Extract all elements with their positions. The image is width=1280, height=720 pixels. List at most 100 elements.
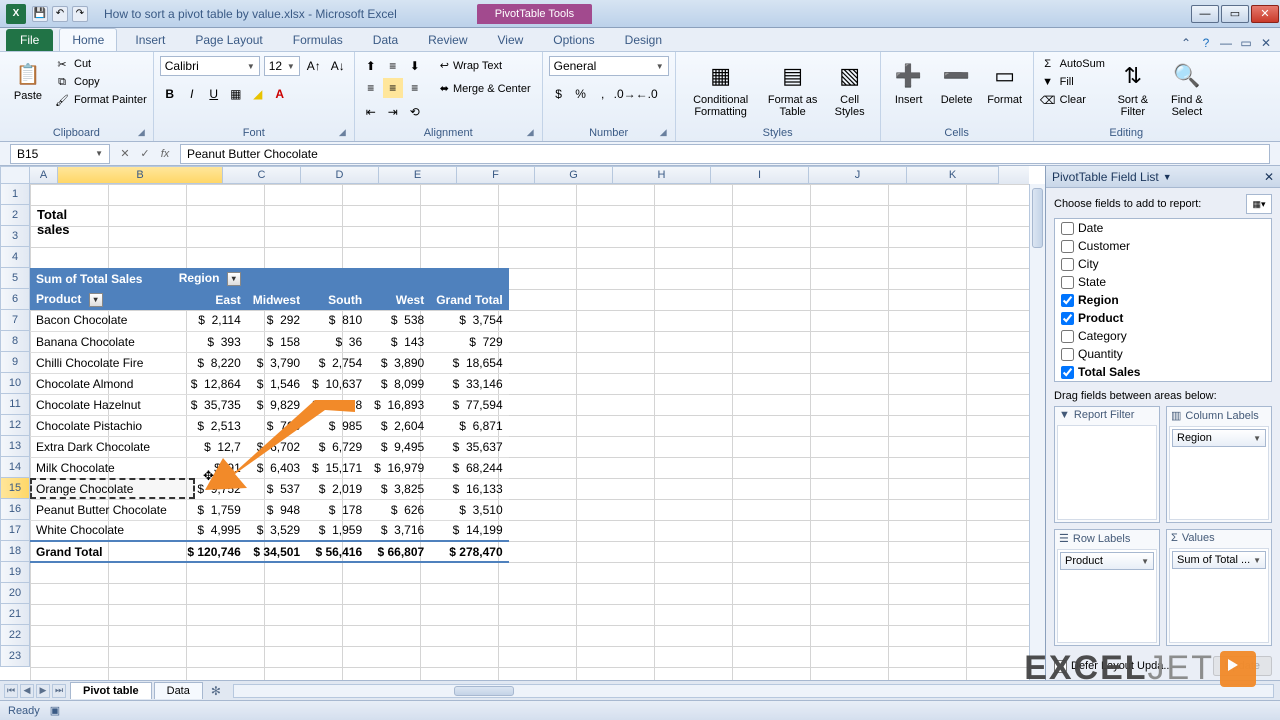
- increase-font-icon[interactable]: A↑: [304, 56, 324, 76]
- column-header-D[interactable]: D: [301, 166, 379, 184]
- row-header-18[interactable]: 18: [0, 541, 30, 562]
- row-header-23[interactable]: 23: [0, 646, 30, 667]
- increase-decimal-icon[interactable]: .0→: [615, 84, 635, 104]
- row-header-11[interactable]: 11: [0, 394, 30, 415]
- field-checkbox[interactable]: [1061, 222, 1074, 235]
- cell-styles-button[interactable]: ▧Cell Styles: [826, 56, 874, 120]
- field-checkbox[interactable]: [1061, 312, 1074, 325]
- field-quantity[interactable]: Quantity: [1055, 345, 1271, 363]
- enter-formula-icon[interactable]: ✓: [136, 145, 154, 163]
- tab-data[interactable]: Data: [361, 29, 410, 51]
- sheet-nav-prev-icon[interactable]: ◀: [20, 684, 34, 698]
- row-header-4[interactable]: 4: [0, 247, 30, 268]
- row-header-7[interactable]: 7: [0, 310, 30, 331]
- sheet-nav-last-icon[interactable]: ⏭: [52, 684, 66, 698]
- cut-button[interactable]: ✂Cut: [54, 56, 147, 72]
- pivot-row[interactable]: Peanut Butter Chocolate$ 1,759$ 948$ 178…: [30, 499, 509, 520]
- field-checkbox[interactable]: [1061, 330, 1074, 343]
- save-icon[interactable]: 💾: [32, 6, 48, 22]
- tab-view[interactable]: View: [486, 29, 536, 51]
- pivot-row[interactable]: Banana Chocolate$ 393$ 158$ 36$ 143$ 729: [30, 331, 509, 352]
- merge-center-button[interactable]: ⬌Merge & Center: [435, 79, 536, 98]
- field-customer[interactable]: Customer: [1055, 237, 1271, 255]
- sheet-tab-pivot-table[interactable]: Pivot table: [70, 682, 152, 699]
- column-header-G[interactable]: G: [535, 166, 613, 184]
- field-checkbox[interactable]: [1061, 276, 1074, 289]
- row-header-17[interactable]: 17: [0, 520, 30, 541]
- formula-input[interactable]: Peanut Butter Chocolate: [180, 144, 1270, 164]
- row-header-12[interactable]: 12: [0, 415, 30, 436]
- values-field-pill[interactable]: Sum of Total ...▼: [1172, 551, 1266, 569]
- macro-record-icon[interactable]: ▣: [50, 704, 60, 717]
- format-painter-button[interactable]: 🖌Format Painter: [54, 92, 147, 108]
- underline-button[interactable]: U: [204, 84, 224, 104]
- fill-button[interactable]: ▼Fill: [1040, 74, 1105, 90]
- new-sheet-icon[interactable]: ✻: [205, 684, 227, 698]
- tab-insert[interactable]: Insert: [123, 29, 177, 51]
- copy-button[interactable]: ⧉Copy: [54, 74, 147, 90]
- dialog-launcher-icon[interactable]: ◢: [138, 127, 145, 138]
- decrease-decimal-icon[interactable]: ←.0: [637, 84, 657, 104]
- tab-design[interactable]: Design: [613, 29, 674, 51]
- row-header-14[interactable]: 14: [0, 457, 30, 478]
- col-field-dropdown-icon[interactable]: ▾: [227, 272, 241, 286]
- row-header-21[interactable]: 21: [0, 604, 30, 625]
- column-header-I[interactable]: I: [711, 166, 809, 184]
- maximize-button[interactable]: ▭: [1221, 5, 1249, 23]
- borders-button[interactable]: ▦: [226, 84, 246, 104]
- column-header-A[interactable]: A: [30, 166, 58, 184]
- column-headers[interactable]: ABCDEFGHIJK: [0, 166, 1029, 184]
- format-as-table-button[interactable]: ▤Format as Table: [764, 56, 822, 120]
- field-checkbox[interactable]: [1061, 348, 1074, 361]
- align-right-icon[interactable]: ≡: [405, 78, 425, 98]
- field-product[interactable]: Product: [1055, 309, 1271, 327]
- sheet-nav-next-icon[interactable]: ▶: [36, 684, 50, 698]
- row-header-15[interactable]: 15: [0, 478, 30, 499]
- find-select-button[interactable]: 🔍Find & Select: [1161, 56, 1213, 120]
- field-date[interactable]: Date: [1055, 219, 1271, 237]
- row-header-20[interactable]: 20: [0, 583, 30, 604]
- tab-review[interactable]: Review: [416, 29, 479, 51]
- workbook-close-icon[interactable]: ✕: [1258, 35, 1274, 51]
- pivot-row[interactable]: Bacon Chocolate$ 2,114$ 292$ 810$ 538$ 3…: [30, 310, 509, 331]
- comma-icon[interactable]: ,: [593, 84, 613, 104]
- field-checkbox[interactable]: [1061, 366, 1074, 379]
- decrease-indent-icon[interactable]: ⇤: [361, 102, 381, 122]
- field-category[interactable]: Category: [1055, 327, 1271, 345]
- dialog-launcher-icon[interactable]: ◢: [339, 127, 346, 138]
- insert-cells-button[interactable]: ➕Insert: [887, 56, 931, 108]
- field-pane-close-icon[interactable]: ✕: [1264, 170, 1274, 184]
- help-icon[interactable]: ?: [1198, 35, 1214, 51]
- pivot-row[interactable]: Chilli Chocolate Fire$ 8,220$ 3,790$ 2,7…: [30, 352, 509, 373]
- column-header-J[interactable]: J: [809, 166, 907, 184]
- fx-icon[interactable]: fx: [156, 145, 174, 163]
- field-checkbox[interactable]: [1061, 240, 1074, 253]
- column-labels-area[interactable]: ▥Column Labels Region▼: [1166, 406, 1272, 523]
- pivot-row-field[interactable]: Product ▾: [30, 289, 173, 310]
- tab-file[interactable]: File: [6, 29, 53, 51]
- row-header-22[interactable]: 22: [0, 625, 30, 646]
- row-header-9[interactable]: 9: [0, 352, 30, 373]
- tab-page-layout[interactable]: Page Layout: [183, 29, 274, 51]
- column-header-K[interactable]: K: [907, 166, 999, 184]
- align-left-icon[interactable]: ≡: [361, 78, 381, 98]
- field-layout-button[interactable]: ▦▾: [1246, 194, 1272, 214]
- row-header-13[interactable]: 13: [0, 436, 30, 457]
- column-header-E[interactable]: E: [379, 166, 457, 184]
- vertical-scrollbar[interactable]: [1029, 184, 1045, 680]
- column-header-B[interactable]: B: [58, 166, 223, 184]
- workbook-restore-icon[interactable]: ▭: [1238, 35, 1254, 51]
- minimize-button[interactable]: —: [1191, 5, 1219, 23]
- undo-icon[interactable]: ↶: [52, 6, 68, 22]
- row-header-2[interactable]: 2: [0, 205, 30, 226]
- values-area[interactable]: ΣValues Sum of Total ...▼: [1166, 529, 1272, 646]
- wrap-text-button[interactable]: ↩Wrap Text: [435, 56, 536, 75]
- tab-formulas[interactable]: Formulas: [281, 29, 355, 51]
- currency-icon[interactable]: $: [549, 84, 569, 104]
- clear-button[interactable]: ⌫Clear: [1040, 92, 1105, 108]
- row-header-19[interactable]: 19: [0, 562, 30, 583]
- pivot-col-field[interactable]: Region ▾: [173, 268, 247, 289]
- report-filter-area[interactable]: ▼Report Filter: [1054, 406, 1160, 523]
- field-pane-dropdown-icon[interactable]: ▼: [1163, 172, 1172, 182]
- conditional-formatting-button[interactable]: ▦Conditional Formatting: [682, 56, 760, 120]
